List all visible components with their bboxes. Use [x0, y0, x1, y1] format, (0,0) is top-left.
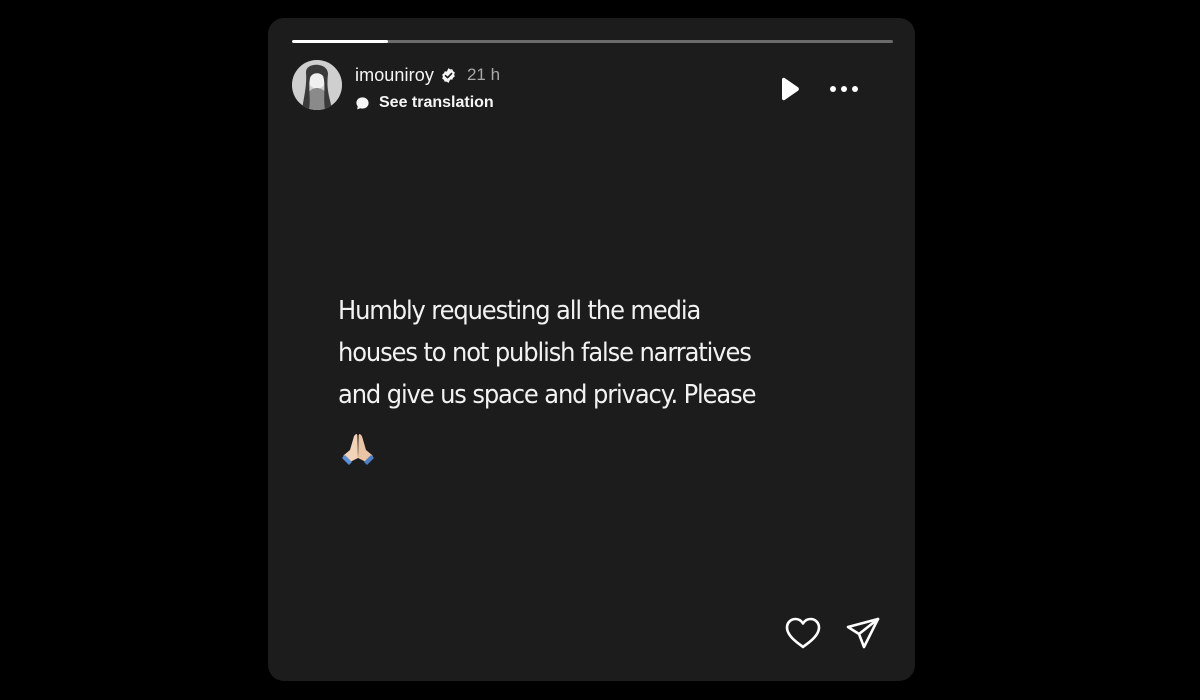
story-message-text: Humbly requesting all the media houses t…	[338, 296, 756, 410]
story-header: imouniroy 21 h See translation	[292, 60, 891, 114]
heart-icon[interactable]	[783, 615, 823, 651]
avatar[interactable]	[292, 60, 342, 110]
verified-badge-icon	[442, 67, 455, 83]
story-progress-fill	[292, 40, 389, 43]
send-icon[interactable]	[844, 615, 882, 651]
play-icon[interactable]	[775, 75, 803, 103]
more-dots-icon[interactable]	[827, 75, 861, 103]
story-viewer: imouniroy 21 h See translation Humbly re…	[0, 0, 1200, 700]
see-translation-link[interactable]: See translation	[355, 92, 494, 114]
translate-bubble-icon	[356, 96, 369, 109]
username-row: imouniroy 21 h	[355, 63, 500, 87]
see-translation-label: See translation	[379, 94, 494, 111]
folded-hands-icon	[342, 434, 374, 465]
story-progress-bar	[292, 40, 893, 43]
username[interactable]: imouniroy	[355, 65, 434, 86]
story-card[interactable]: imouniroy 21 h See translation Humbly re…	[268, 18, 915, 681]
post-timestamp: 21 h	[466, 65, 501, 84]
avatar-image	[292, 60, 342, 110]
